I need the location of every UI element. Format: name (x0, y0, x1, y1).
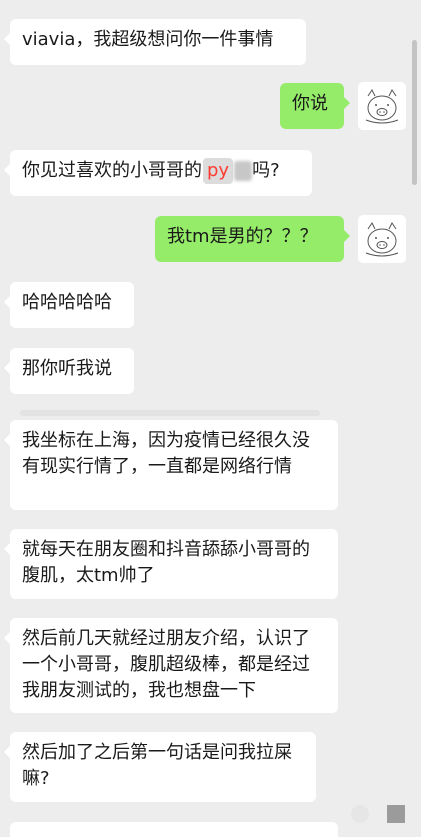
message-bubble[interactable]: viavia，我超级想问你一件事情 (4, 19, 306, 65)
watermark-square (387, 805, 405, 823)
message-text: 我坐标在上海，因为疫情已经很久没有现实行情了，一直都是网络行情 (22, 430, 310, 477)
pig-sketch-icon (365, 89, 399, 124)
message-bubble[interactable]: 我坐标在上海，因为疫情已经很久没有现实行情了，一直都是网络行情 (4, 420, 338, 510)
message-text: 那你听我说 (22, 358, 112, 379)
message-bubble-partial[interactable] (10, 822, 338, 837)
message-bubble[interactable]: 你说 (280, 83, 350, 129)
message-text: 哈哈哈哈哈 (22, 292, 112, 313)
pig-sketch-icon (365, 222, 399, 257)
message-text: 然后前几天就经过朋友介绍，认识了一个小哥哥，腹肌超级棒，都是经过我朋友测试的，我… (22, 628, 310, 701)
user-avatar[interactable] (358, 215, 406, 263)
message-bubble[interactable]: 那你听我说 (4, 348, 134, 394)
user-avatar[interactable] (358, 82, 406, 130)
message-text: 吗? (252, 160, 280, 181)
message-bubble[interactable]: 然后前几天就经过朋友介绍，认识了一个小哥哥，腹肌超级棒，都是经过我朋友测试的，我… (4, 618, 338, 713)
chat-transcript[interactable]: viavia，我超级想问你一件事情 你说 你见过喜欢的小哥哥的 py 吗? 我tm是… (0, 0, 421, 837)
message-bubble[interactable]: 然后加了之后第一句话是问我拉屎嘛? (4, 732, 316, 802)
message-text: 你见过喜欢的小哥哥的 (22, 160, 202, 181)
message-text: 我tm是男的？？？ (167, 226, 318, 247)
message-text: 就每天在朋友圈和抖音舔舔小哥哥的腹肌，太tm帅了 (22, 539, 310, 586)
watermark-dot (351, 805, 369, 823)
highlight-text: py (203, 158, 234, 184)
message-bubble[interactable]: 我tm是男的？？？ (155, 216, 350, 262)
message-text: 然后加了之后第一句话是问我拉屎嘛? (22, 742, 292, 789)
message-bubble[interactable]: 哈哈哈哈哈 (4, 282, 134, 328)
message-bubble[interactable]: 就每天在朋友圈和抖音舔舔小哥哥的腹肌，太tm帅了 (4, 529, 338, 599)
message-text: viavia，我超级想问你一件事情 (22, 29, 274, 50)
scrollbar[interactable] (412, 40, 417, 185)
message-text: 你说 (292, 93, 328, 114)
redaction-blur (234, 161, 253, 181)
faded-line (20, 410, 320, 416)
message-bubble[interactable]: 你见过喜欢的小哥哥的 py 吗? (4, 150, 312, 196)
